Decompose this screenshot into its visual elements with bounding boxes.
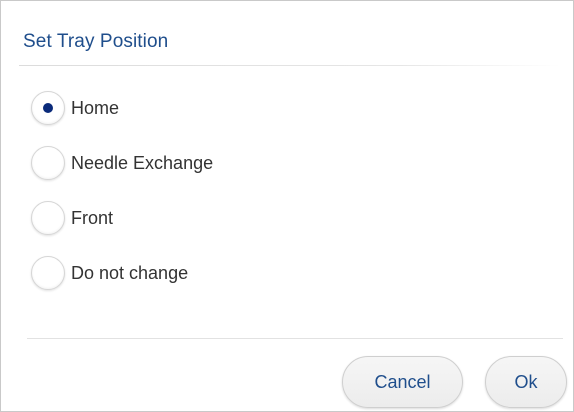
footer-divider xyxy=(27,338,563,339)
option-label-home: Home xyxy=(71,97,120,118)
radio-home[interactable] xyxy=(31,91,65,125)
radio-front[interactable] xyxy=(31,201,65,235)
cancel-button[interactable]: Cancel xyxy=(342,356,463,408)
radio-selected-dot xyxy=(43,103,53,113)
option-do-not-change[interactable]: Do not change xyxy=(31,254,213,292)
dialog-title: Set Tray Position xyxy=(23,31,169,52)
option-label-front: Front xyxy=(71,207,114,228)
option-front[interactable]: Front xyxy=(31,199,213,237)
set-tray-position-dialog: Set Tray Position Home Needle Exchange F… xyxy=(0,0,574,412)
radio-needle-exchange[interactable] xyxy=(31,146,65,180)
option-label-needle-exchange: Needle Exchange xyxy=(71,152,214,173)
option-label-do-not-change: Do not change xyxy=(71,262,189,283)
radio-do-not-change[interactable] xyxy=(31,256,65,290)
option-needle-exchange[interactable]: Needle Exchange xyxy=(31,144,213,182)
tray-position-radio-group: Home Needle Exchange Front Do not change xyxy=(31,89,213,309)
option-home[interactable]: Home xyxy=(31,89,213,127)
title-divider xyxy=(19,65,561,66)
ok-button[interactable]: Ok xyxy=(485,356,567,408)
